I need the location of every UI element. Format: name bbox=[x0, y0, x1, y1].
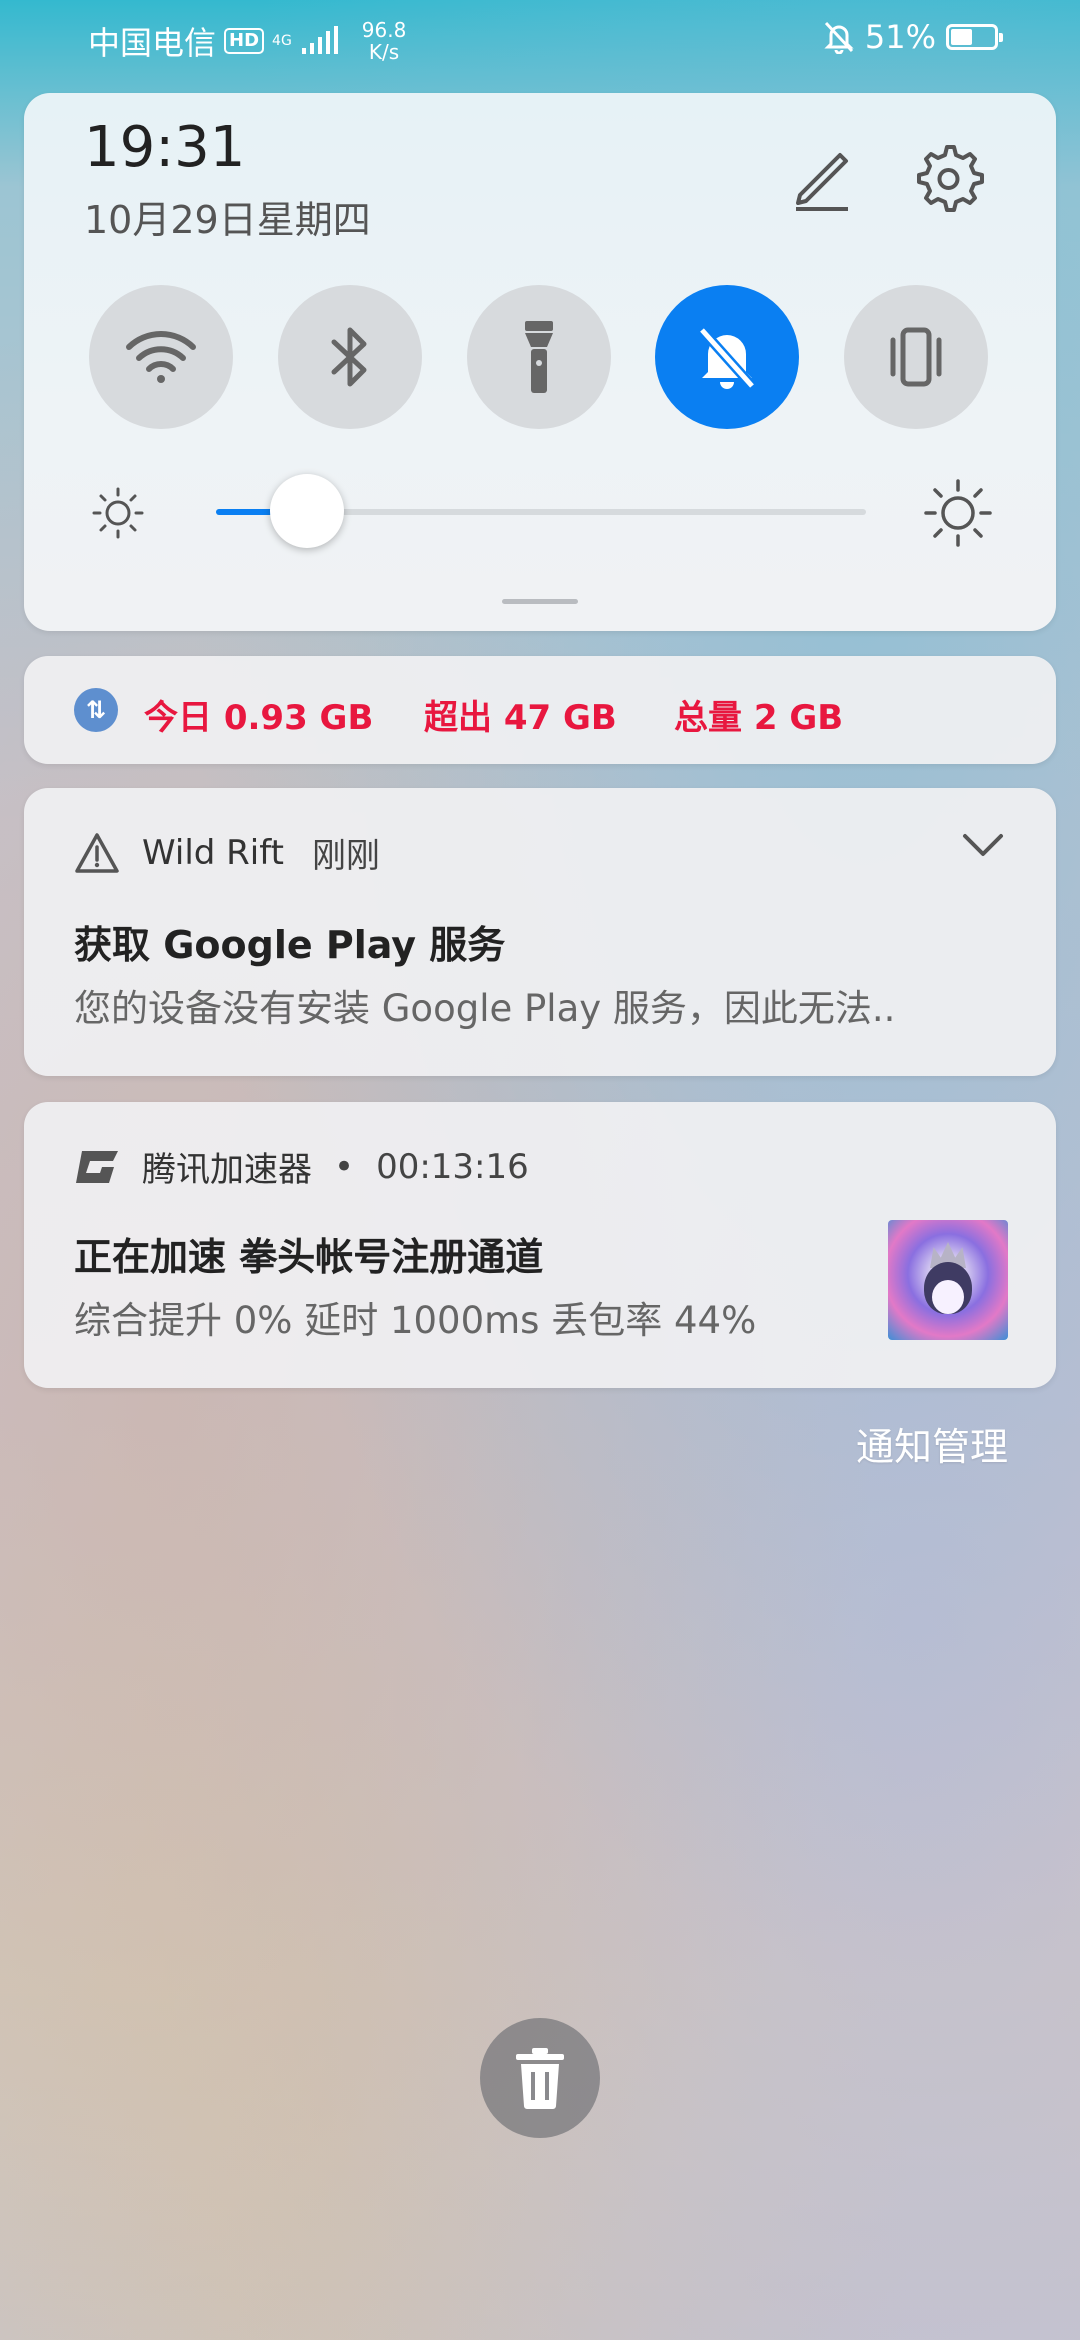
hd-badge: HD bbox=[224, 28, 265, 54]
carrier-label: 中国电信 bbox=[88, 24, 217, 62]
trash-icon bbox=[516, 2048, 564, 2109]
bluetooth-icon bbox=[331, 327, 367, 387]
data-exceeded: 超出 47 GB bbox=[424, 698, 617, 738]
flashlight-toggle[interactable] bbox=[467, 285, 611, 429]
bell-off-icon bbox=[824, 21, 854, 54]
game-thumbnail bbox=[888, 1220, 1008, 1340]
brightness-slider-knob[interactable] bbox=[270, 474, 344, 548]
vibrate-toggle[interactable] bbox=[844, 285, 988, 429]
notification-time: 刚刚 bbox=[311, 836, 380, 876]
notification-header: 腾讯加速器 • 00:13:16 bbox=[74, 1142, 529, 1191]
vibrate-icon bbox=[890, 327, 942, 387]
tencent-accelerator-icon bbox=[76, 1150, 118, 1183]
data-total: 总量 2 GB bbox=[674, 698, 844, 738]
notification-card[interactable]: 腾讯加速器 • 00:13:16 正在加速 拳头帐号注册通道 综合提升 0% 延… bbox=[24, 1102, 1056, 1388]
bluetooth-toggle[interactable] bbox=[278, 285, 422, 429]
brightness-slider[interactable] bbox=[216, 474, 866, 548]
status-bar: 中国电信 HD 4G 96.8 K/s 51% bbox=[0, 0, 1080, 82]
clock: 19:31 bbox=[84, 115, 246, 180]
do-not-disturb-toggle[interactable] bbox=[655, 285, 799, 429]
network-type: 4G bbox=[272, 33, 292, 49]
warning-icon bbox=[75, 832, 119, 873]
network-speed: 96.8 K/s bbox=[361, 18, 407, 64]
clear-all-button[interactable] bbox=[480, 2018, 600, 2138]
date: 10月29日星期四 bbox=[84, 198, 371, 242]
notification-header: Wild Rift 刚刚 bbox=[74, 828, 380, 877]
wifi-icon bbox=[126, 331, 196, 383]
battery-percent: 51% bbox=[864, 18, 936, 56]
data-today: 今日 0.93 GB bbox=[144, 698, 374, 738]
data-usage-card[interactable]: ⇅ 今日 0.93 GB 超出 47 GB 总量 2 GB bbox=[24, 656, 1056, 764]
notification-app-name: Wild Rift bbox=[142, 832, 284, 873]
wifi-toggle[interactable] bbox=[89, 285, 233, 429]
signal-icon bbox=[301, 26, 338, 54]
chevron-down-icon[interactable] bbox=[960, 830, 1006, 860]
notification-card[interactable]: Wild Rift 刚刚 获取 Google Play 服务 您的设备没有安装 … bbox=[24, 788, 1056, 1076]
battery-icon bbox=[946, 24, 1003, 50]
notification-app-name: 腾讯加速器 bbox=[142, 1150, 312, 1190]
expand-handle[interactable] bbox=[502, 599, 578, 604]
notification-title: 获取 Google Play 服务 bbox=[74, 923, 506, 967]
data-transfer-icon: ⇅ bbox=[74, 688, 118, 732]
edit-icon[interactable] bbox=[786, 143, 856, 213]
gear-icon[interactable] bbox=[910, 141, 984, 215]
bell-off-icon bbox=[698, 326, 756, 390]
flashlight-icon bbox=[525, 321, 553, 393]
notification-title: 正在加速 拳头帐号注册通道 bbox=[74, 1235, 544, 1279]
notification-body: 综合提升 0% 延时 1000ms 丢包率 44% bbox=[74, 1299, 757, 1342]
notification-body: 您的设备没有安装 Google Play 服务，因此无法.. bbox=[74, 987, 896, 1030]
brightness-low-icon bbox=[92, 487, 144, 539]
quick-settings-panel: 19:31 10月29日星期四 bbox=[24, 93, 1056, 631]
brightness-high-icon bbox=[924, 479, 992, 547]
notification-time: 00:13:16 bbox=[376, 1146, 529, 1187]
notification-separator: • bbox=[334, 1146, 355, 1187]
notification-manage-link[interactable]: 通知管理 bbox=[856, 1416, 1008, 1471]
